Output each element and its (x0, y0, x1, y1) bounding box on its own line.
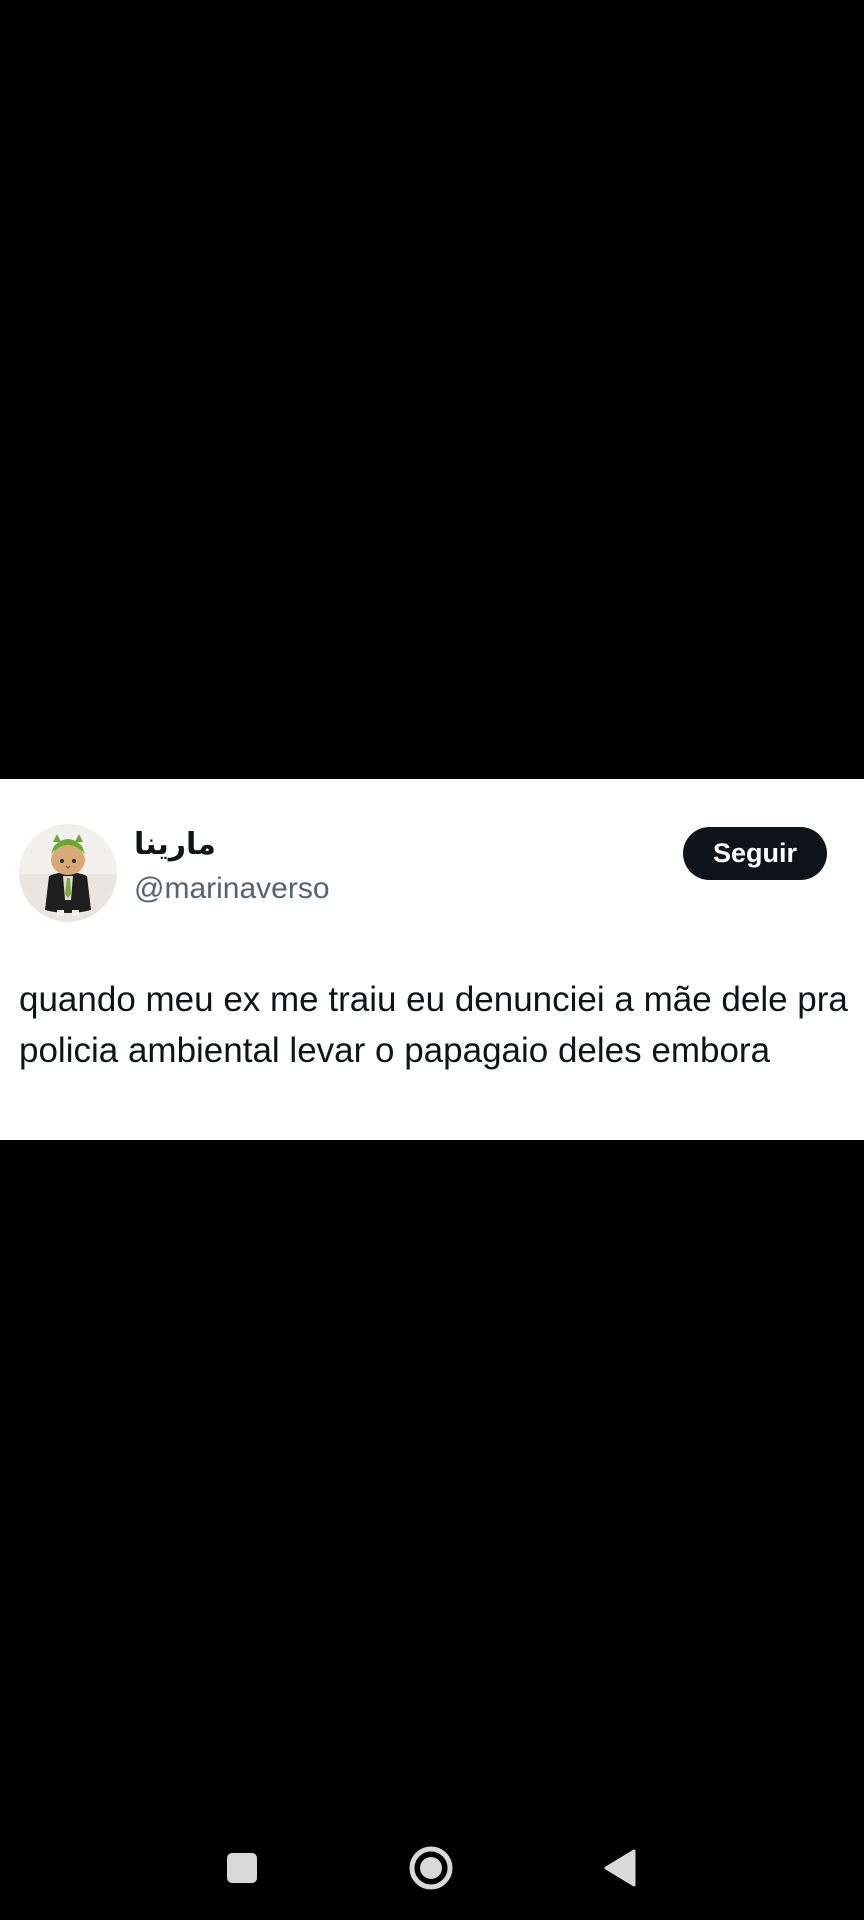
system-navigation-bar (0, 1820, 864, 1920)
tweet-text: quando meu ex me traiu eu denunciei a mã… (19, 980, 848, 1070)
square-recents-icon[interactable] (202, 1820, 282, 1915)
screen: مارينا @marinaverso Seguir quando meu ex… (0, 0, 864, 1920)
user-handle[interactable]: @marinaverso (134, 871, 330, 907)
cat-avatar-icon[interactable] (19, 824, 117, 922)
display-name[interactable]: مارينا (134, 825, 216, 865)
tweet-card[interactable]: مارينا @marinaverso Seguir quando meu ex… (0, 779, 864, 1140)
circle-home-icon[interactable] (391, 1820, 471, 1915)
triangle-back-icon[interactable] (580, 1820, 660, 1915)
follow-button[interactable]: Seguir (683, 827, 827, 880)
